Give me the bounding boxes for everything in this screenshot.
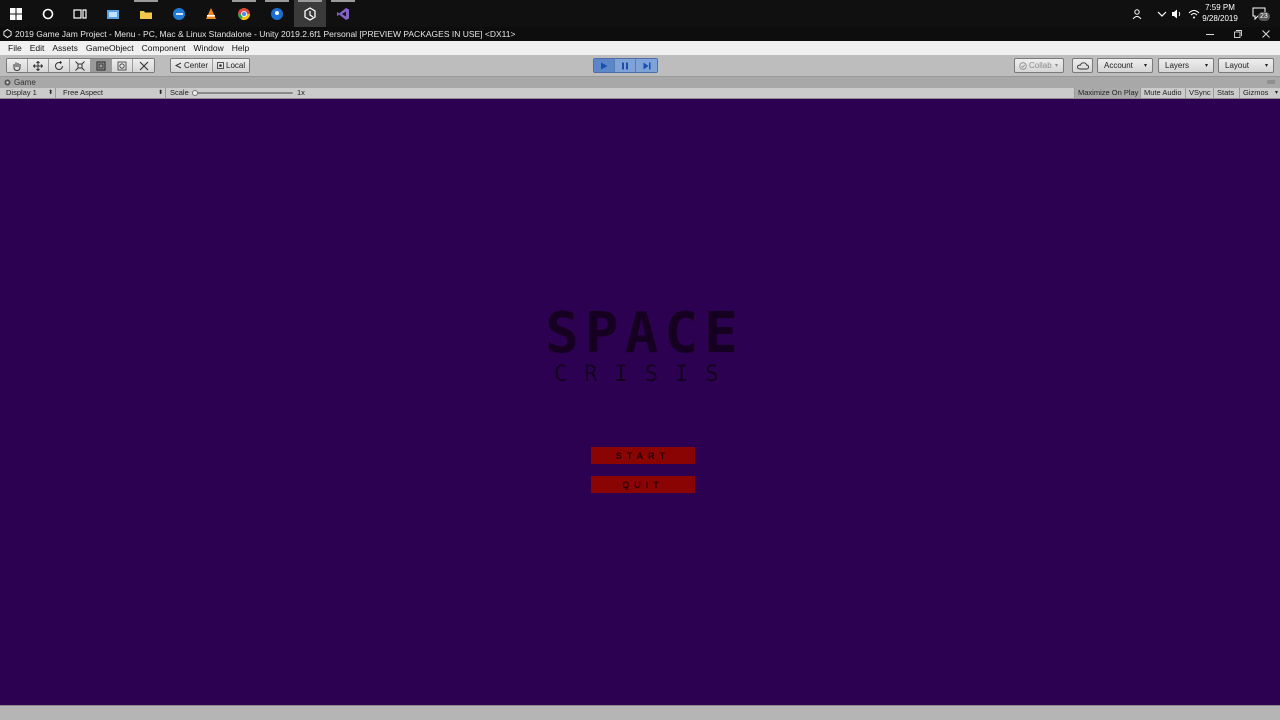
check-icon [1019,61,1027,70]
task-view-icon[interactable] [64,0,96,27]
status-bar [0,705,1280,720]
dropdown-arrow-icon: ▾ [1264,63,1268,69]
scale-slider-track[interactable] [195,92,293,94]
cortana-icon[interactable] [32,0,64,27]
pause-button[interactable] [615,59,636,72]
menu-component[interactable]: Component [138,43,190,53]
vlc-icon[interactable] [195,0,227,27]
menu-edit[interactable]: Edit [26,43,49,53]
game-tab-icon [4,79,11,86]
menu-bar: File Edit Assets GameObject Component Wi… [0,41,1280,55]
volume-icon[interactable] [1170,0,1184,27]
display-label: Display 1 [6,88,37,97]
dropdown-arrow-icon: ⬍ [47,90,53,96]
account-dropdown[interactable]: Account ▾ [1097,58,1153,73]
start-button[interactable]: START [591,447,695,464]
menu-help[interactable]: Help [228,43,253,53]
stats-toggle[interactable]: Stats [1213,88,1237,98]
mute-audio-toggle[interactable]: Mute Audio [1140,88,1185,98]
menu-file[interactable]: File [4,43,26,53]
start-icon[interactable] [0,0,32,27]
game-title-space: SPACE [545,301,744,366]
dropdown-arrow-icon: ▾ [1204,63,1208,69]
aspect-label: Free Aspect [63,88,104,97]
aspect-dropdown[interactable]: Free Aspect ⬍ [58,88,166,98]
action-center-icon[interactable]: 23 [1250,0,1270,27]
pivot-toggles: Center Local [170,58,251,73]
scale-label: Scale [170,88,189,97]
hand-tool-icon[interactable] [7,59,28,72]
menu-assets[interactable]: Assets [48,43,82,53]
panel-menu-icon[interactable] [1267,78,1275,86]
window-titlebar: 2019 Game Jam Project - Menu - PC, Mac &… [0,27,1280,41]
collab-button[interactable]: Collab ▾ [1014,58,1064,73]
maps-icon[interactable] [261,0,293,27]
transform-tools [6,58,155,73]
cloud-button[interactable] [1072,58,1093,73]
game-view[interactable]: SPACE CRISIS START QUIT [0,99,1280,705]
game-tab-bar: Game [0,77,1280,88]
scale-tool-icon[interactable] [70,59,91,72]
custom-tool-icon[interactable] [133,59,154,72]
quit-button[interactable]: QUIT [591,476,695,493]
restore-button[interactable] [1224,27,1252,41]
unity-logo-icon [3,29,12,38]
window-title: 2019 Game Jam Project - Menu - PC, Mac &… [15,29,516,39]
transform-tool-icon[interactable] [112,59,133,72]
close-button[interactable] [1252,27,1280,41]
store-icon[interactable] [97,0,129,27]
pivot-rotation-button[interactable]: Local [213,59,250,72]
step-button[interactable] [636,59,657,72]
gizmos-dropdown[interactable]: Gizmos ▾ [1239,88,1280,98]
editor-toolbar: Center Local Collab ▾ Account ▾ Layers ▾… [0,55,1280,77]
dropdown-arrow-icon: ⬍ [157,90,163,96]
layout-label: Layout [1225,61,1250,70]
menu-gameobject[interactable]: GameObject [82,43,138,53]
play-button[interactable] [594,59,615,72]
game-tab-label: Game [14,78,36,87]
edge-icon[interactable] [163,0,195,27]
layout-dropdown[interactable]: Layout ▾ [1218,58,1274,73]
account-label: Account [1104,61,1133,70]
game-title-crisis: CRISIS [554,362,736,387]
maximize-on-play-toggle[interactable]: Maximize On Play [1074,88,1142,98]
scale-value: 1x [297,88,305,97]
vsync-toggle[interactable]: VSync [1185,88,1214,98]
file-explorer-icon[interactable] [130,0,162,27]
gizmos-label: Gizmos [1243,88,1269,97]
people-icon[interactable] [1131,0,1145,27]
visual-studio-icon[interactable] [327,0,359,27]
unity-icon[interactable] [294,0,326,27]
rect-tool-icon[interactable] [91,59,112,72]
chrome-icon[interactable] [228,0,260,27]
scale-slider-thumb[interactable] [192,90,198,96]
move-tool-icon[interactable] [28,59,49,72]
chevron-up-icon[interactable] [1155,0,1169,27]
layers-dropdown[interactable]: Layers ▾ [1158,58,1214,73]
pivot-mode-button[interactable]: Center [171,59,214,72]
windows-taskbar: 7:59 PM 9/28/2019 23 [0,0,1280,27]
dropdown-arrow-icon: ▾ [1274,90,1278,96]
play-controls [593,58,658,73]
clock-date: 9/28/2019 [1202,14,1238,23]
local-icon [217,62,224,69]
rotate-tool-icon[interactable] [49,59,70,72]
layers-label: Layers [1165,61,1190,70]
cloud-icon [1076,61,1089,69]
tab-game[interactable]: Game [4,77,36,88]
pivot-mode-label: Center [184,61,209,70]
clock-time: 7:59 PM [1205,3,1235,12]
game-view-options: Display 1 ⬍ Free Aspect ⬍ Scale 1x Maxim… [0,88,1280,99]
dropdown-arrow-icon: ▾ [1143,63,1147,69]
display-dropdown[interactable]: Display 1 ⬍ [0,88,56,98]
notification-badge: 23 [1258,12,1270,21]
pivot-icon [175,62,182,69]
dropdown-arrow-icon: ▾ [1054,63,1058,69]
minimize-button[interactable] [1196,27,1224,41]
system-clock[interactable]: 7:59 PM 9/28/2019 [1196,2,1244,24]
pivot-rotation-label: Local [226,61,246,70]
collab-label: Collab [1029,61,1052,70]
menu-window[interactable]: Window [190,43,228,53]
